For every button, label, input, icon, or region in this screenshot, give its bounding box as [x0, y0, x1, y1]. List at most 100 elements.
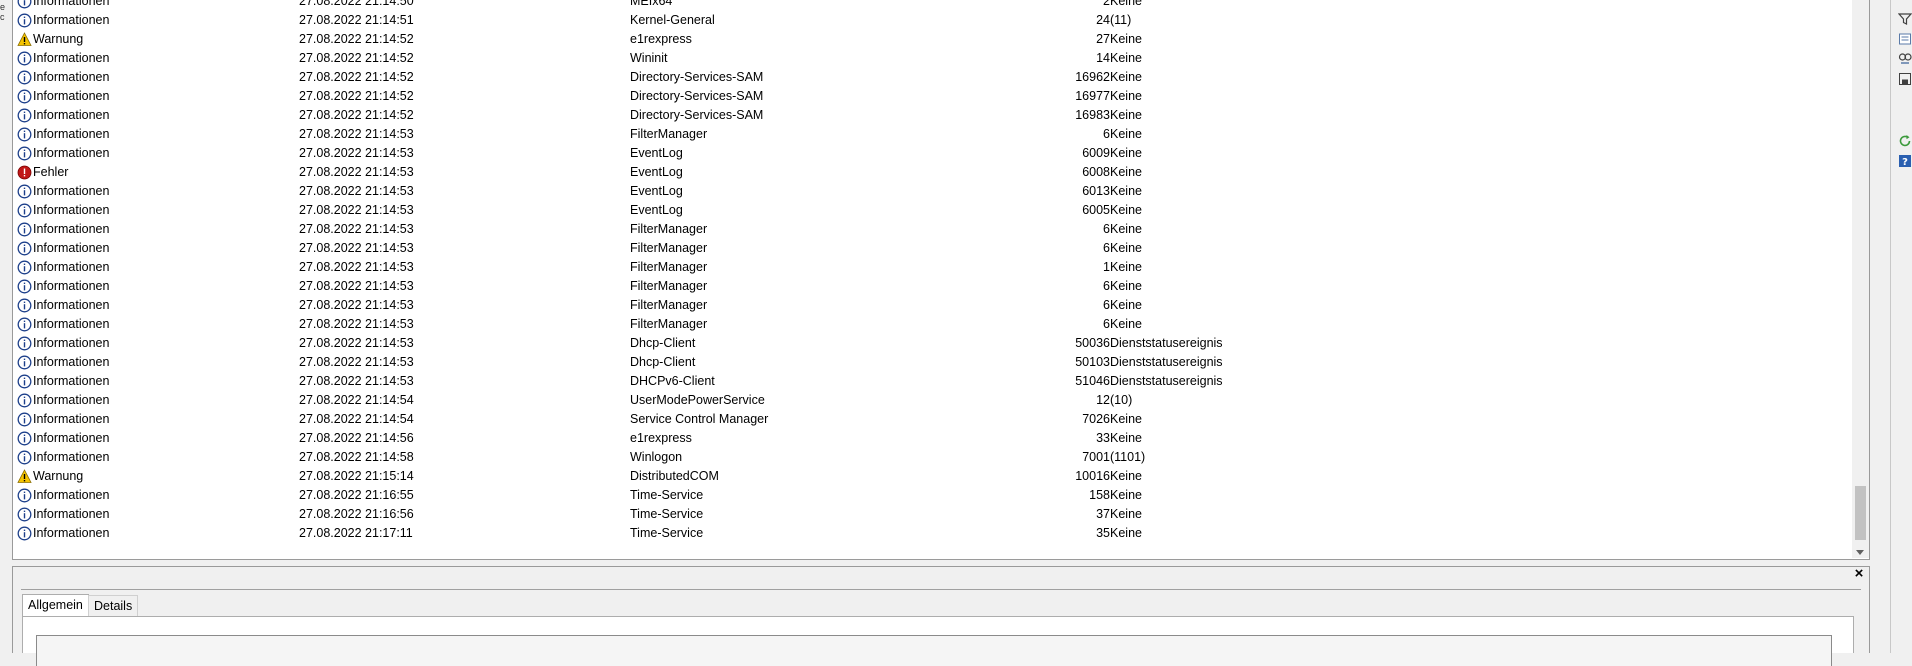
- table-row[interactable]: Informationen 27.08.2022 21:14:53 FilterMa…: [13, 277, 1869, 296]
- table-row[interactable]: Informationen 27.08.2022 21:14:53 FilterMa…: [13, 315, 1869, 334]
- event-datetime: 27.08.2022 21:16:56: [299, 507, 414, 521]
- table-row[interactable]: Informationen 27.08.2022 21:14:53 FilterMa…: [13, 125, 1869, 144]
- event-datetime: 27.08.2022 21:14:53: [299, 355, 414, 369]
- event-datetime: 27.08.2022 21:16:55: [299, 488, 414, 502]
- event-datetime: 27.08.2022 21:14:53: [299, 317, 414, 331]
- clipped-char: e: [0, 2, 6, 12]
- table-row[interactable]: Informationen 27.08.2022 21:14:52 Director…: [13, 106, 1869, 125]
- event-source: MEIx64: [630, 0, 673, 8]
- event-datetime: 27.08.2022 21:14:53: [299, 146, 414, 160]
- event-task-category: Keine: [1110, 507, 1142, 521]
- event-task-category: Keine: [1110, 51, 1142, 65]
- table-row[interactable]: Informationen 27.08.2022 21:14:50 MEIx64 2 K…: [13, 0, 1869, 11]
- table-row[interactable]: Warnung 27.08.2022 21:14:52 e1rexpress 27 Ke…: [13, 30, 1869, 49]
- table-row[interactable]: Fehler 27.08.2022 21:14:53 EventLog 6008 Kei…: [13, 163, 1869, 182]
- event-id: 1: [1103, 260, 1110, 274]
- event-level: Informationen: [33, 127, 110, 141]
- event-level: Warnung: [33, 469, 84, 483]
- event-source: Directory-Services-SAM: [630, 108, 764, 122]
- properties-icon[interactable]: [1898, 32, 1912, 46]
- table-row[interactable]: Informationen 27.08.2022 21:14:53 FilterMa…: [13, 239, 1869, 258]
- event-level: Informationen: [33, 336, 110, 350]
- table-row[interactable]: Informationen 27.08.2022 21:14:52 Director…: [13, 87, 1869, 106]
- table-row[interactable]: Informationen 27.08.2022 21:14:53 FilterMa…: [13, 258, 1869, 277]
- table-row[interactable]: Informationen 27.08.2022 21:14:54 Service …: [13, 410, 1869, 429]
- event-task-category: Keine: [1110, 241, 1142, 255]
- table-row[interactable]: Informationen 27.08.2022 21:14:53 EventLog…: [13, 144, 1869, 163]
- event-source: e1rexpress: [630, 431, 692, 445]
- event-level: Informationen: [33, 374, 110, 388]
- event-level: Informationen: [33, 260, 110, 274]
- event-datetime: 27.08.2022 21:14:53: [299, 260, 414, 274]
- event-task-category: Keine: [1110, 412, 1142, 426]
- table-row[interactable]: Informationen 27.08.2022 21:14:58 Winlogon…: [13, 448, 1869, 467]
- event-source: EventLog: [630, 203, 683, 217]
- event-id: 6005: [1082, 203, 1110, 217]
- event-level: Informationen: [33, 355, 110, 369]
- table-row[interactable]: Informationen 27.08.2022 21:14:53 Dhcp-Cli…: [13, 334, 1869, 353]
- event-task-category: Keine: [1110, 146, 1142, 160]
- event-task-category: Keine: [1110, 127, 1142, 141]
- info-icon: [17, 336, 32, 351]
- error-icon: [17, 165, 32, 180]
- event-datetime: 27.08.2022 21:14:56: [299, 431, 414, 445]
- event-source: FilterManager: [630, 298, 708, 312]
- event-task-category: (11): [1110, 13, 1132, 27]
- info-icon: [17, 393, 32, 408]
- find-icon[interactable]: [1898, 52, 1912, 66]
- info-icon: [17, 51, 32, 66]
- event-source: FilterManager: [630, 317, 708, 331]
- table-row[interactable]: Informationen 27.08.2022 21:14:53 Dhcp-Cli…: [13, 353, 1869, 372]
- event-task-category: Keine: [1110, 32, 1142, 46]
- info-icon: [17, 507, 32, 522]
- event-id: 6013: [1082, 184, 1110, 198]
- event-source: EventLog: [630, 165, 683, 179]
- event-level: Informationen: [33, 184, 110, 198]
- table-row[interactable]: Informationen 27.08.2022 21:14:53 FilterMa…: [13, 220, 1869, 239]
- save-icon[interactable]: [1898, 72, 1912, 86]
- event-datetime: 27.08.2022 21:14:54: [299, 412, 414, 426]
- event-level: Informationen: [33, 241, 110, 255]
- event-id: 6: [1103, 127, 1110, 141]
- event-source: Wininit: [630, 51, 668, 65]
- event-datetime: 27.08.2022 21:14:51: [299, 13, 414, 27]
- table-row[interactable]: Warnung 27.08.2022 21:15:14 DistributedCOM…: [13, 467, 1869, 486]
- event-task-category: Keine: [1110, 165, 1142, 179]
- table-row[interactable]: Informationen 27.08.2022 21:14:52 Wininit 1…: [13, 49, 1869, 68]
- table-row[interactable]: Informationen 27.08.2022 21:14:56 e1rexpre…: [13, 429, 1869, 448]
- event-source: EventLog: [630, 184, 683, 198]
- table-row[interactable]: Informationen 27.08.2022 21:14:53 EventLog…: [13, 201, 1869, 220]
- event-id: 6008: [1082, 165, 1110, 179]
- event-source: Service Control Manager: [630, 412, 769, 426]
- tab-details[interactable]: Details: [88, 595, 139, 617]
- warning-icon: [17, 469, 32, 483]
- refresh-icon[interactable]: [1898, 134, 1912, 148]
- event-id: 2: [1103, 0, 1110, 8]
- table-row[interactable]: Informationen 27.08.2022 21:14:52 Director…: [13, 68, 1869, 87]
- table-row[interactable]: Informationen 27.08.2022 21:14:53 DHCPv6-C…: [13, 372, 1869, 391]
- info-icon: [17, 279, 32, 294]
- scroll-down-arrow-icon[interactable]: [1856, 550, 1864, 555]
- vertical-scrollbar[interactable]: [1852, 0, 1869, 558]
- event-level: Informationen: [33, 526, 110, 540]
- table-row[interactable]: Informationen 27.08.2022 21:17:11 Time-Ser…: [13, 524, 1869, 543]
- tab-allgemein[interactable]: Allgemein: [22, 594, 89, 617]
- table-row[interactable]: Informationen 27.08.2022 21:14:53 EventLog…: [13, 182, 1869, 201]
- event-task-category: Keine: [1110, 184, 1142, 198]
- filter-icon[interactable]: [1898, 12, 1912, 26]
- table-row[interactable]: Informationen 27.08.2022 21:16:55 Time-Ser…: [13, 486, 1869, 505]
- event-datetime: 27.08.2022 21:14:52: [299, 70, 414, 84]
- event-datetime: 27.08.2022 21:14:58: [299, 450, 414, 464]
- help-icon[interactable]: ?: [1898, 154, 1912, 168]
- event-task-category: Dienststatusereignis: [1110, 374, 1223, 388]
- info-icon: [17, 488, 32, 503]
- close-detail-button[interactable]: ×: [1851, 566, 1867, 582]
- event-level: Informationen: [33, 146, 110, 160]
- scrollbar-thumb[interactable]: [1855, 486, 1866, 540]
- table-row[interactable]: Informationen 27.08.2022 21:14:54 UserMode…: [13, 391, 1869, 410]
- table-row[interactable]: Informationen 27.08.2022 21:16:56 Time-Ser…: [13, 505, 1869, 524]
- table-row[interactable]: Informationen 27.08.2022 21:14:51 Kernel-G…: [13, 11, 1869, 30]
- event-level: Informationen: [33, 298, 110, 312]
- event-datetime: 27.08.2022 21:15:14: [299, 469, 414, 483]
- table-row[interactable]: Informationen 27.08.2022 21:14:53 FilterMa…: [13, 296, 1869, 315]
